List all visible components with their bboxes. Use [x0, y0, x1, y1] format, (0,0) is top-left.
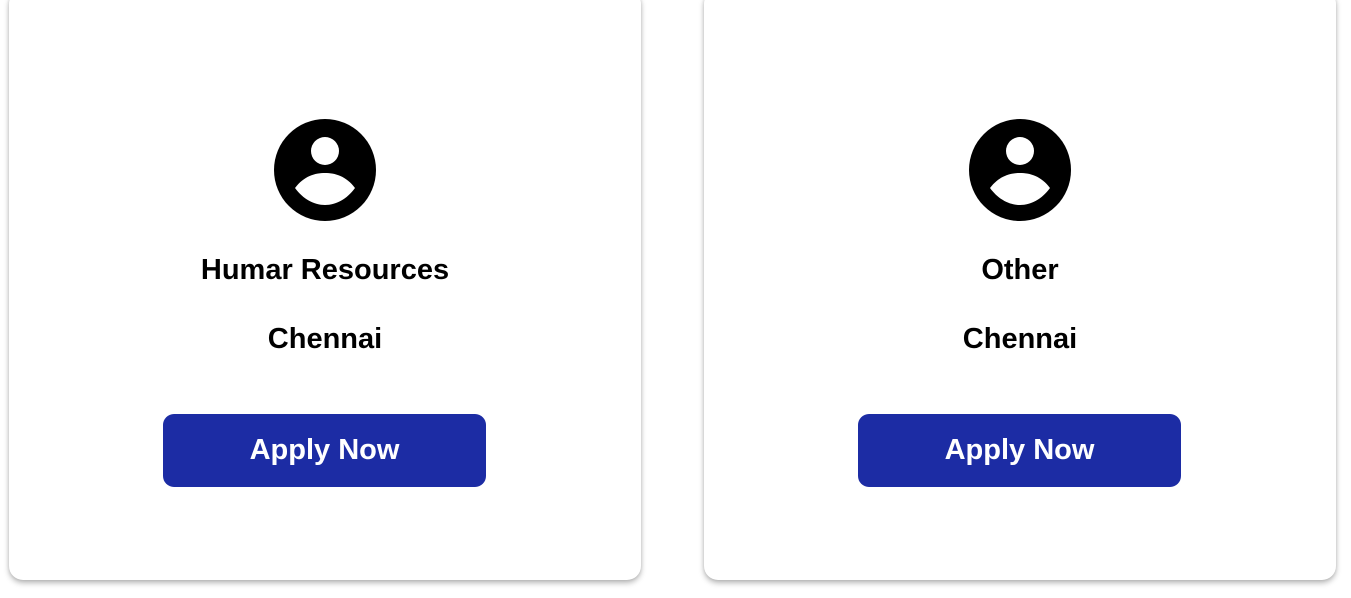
user-circle-icon — [969, 119, 1071, 221]
job-title: Other — [981, 254, 1059, 286]
job-title: Humar Resources — [200, 254, 450, 286]
user-circle-icon — [274, 119, 376, 221]
job-cards: Humar Resources Chennai Apply Now Other … — [0, 0, 1351, 598]
apply-now-button[interactable]: Apply Now — [858, 414, 1181, 487]
job-location: Chennai — [962, 323, 1078, 355]
apply-now-button[interactable]: Apply Now — [163, 414, 486, 487]
job-card: Other Chennai Apply Now — [704, 0, 1336, 580]
job-card: Humar Resources Chennai Apply Now — [9, 0, 641, 580]
job-location: Chennai — [267, 323, 383, 355]
